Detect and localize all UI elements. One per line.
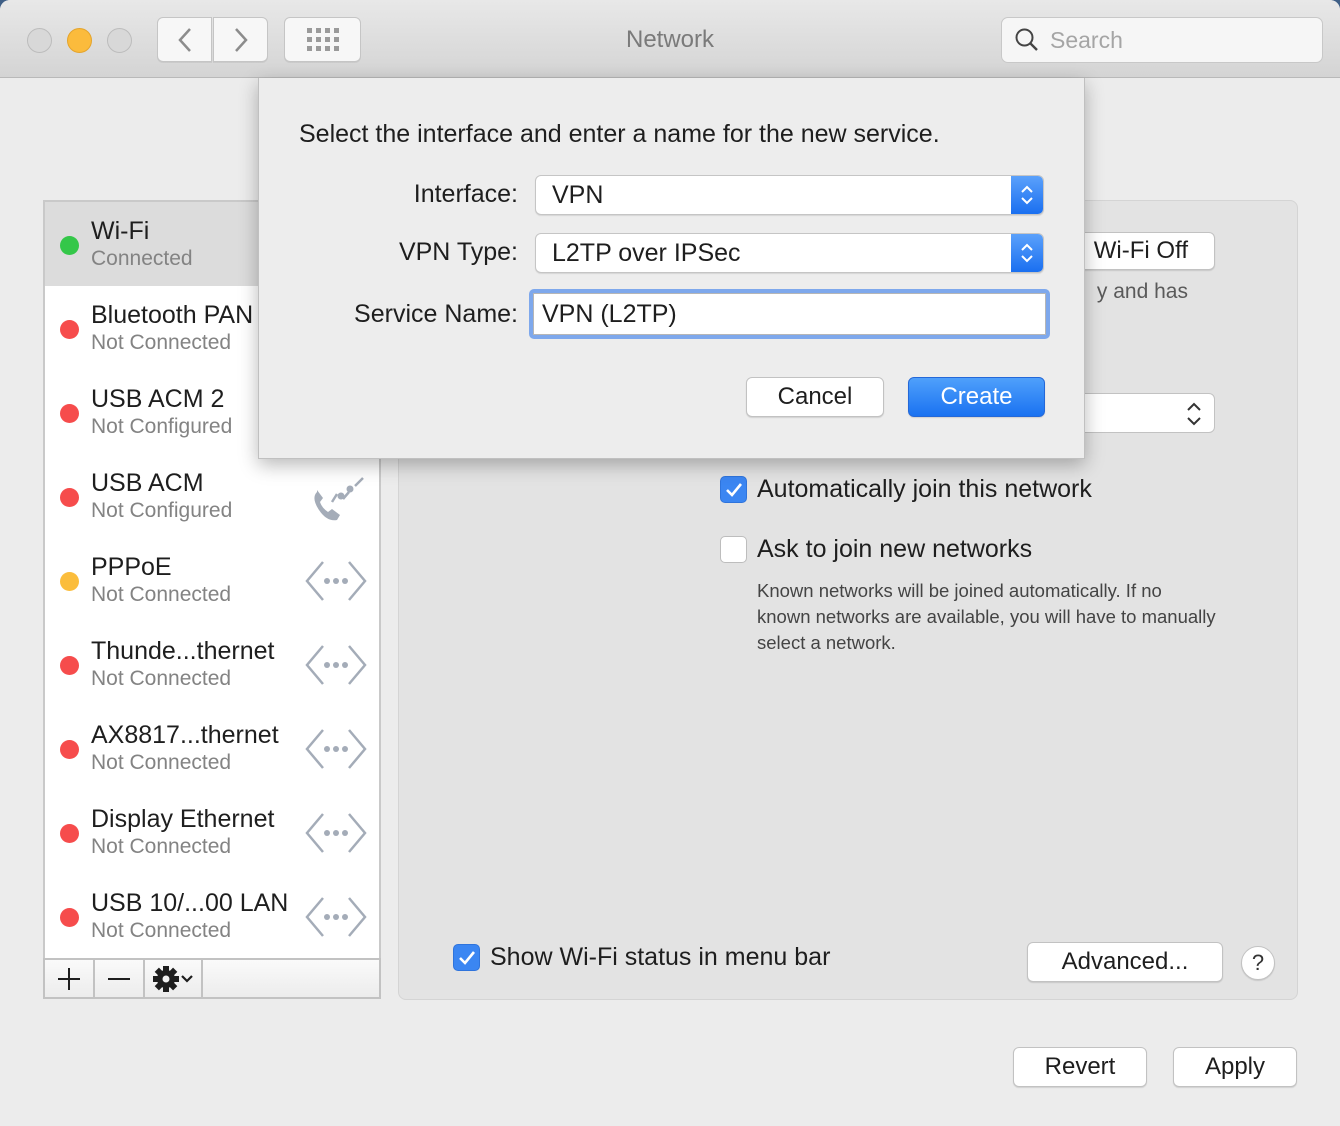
- service-text: Display Ethernet Not Connected: [91, 804, 274, 860]
- service-status: Connected: [91, 247, 193, 270]
- ethernet-icon: [303, 554, 369, 608]
- status-dot-icon: [60, 404, 79, 423]
- service-status: Not Configured: [91, 415, 233, 438]
- service-name-input[interactable]: [533, 293, 1046, 335]
- status-dot-icon: [60, 740, 79, 759]
- status-dot-icon: [60, 572, 79, 591]
- service-status: Not Connected: [91, 835, 232, 858]
- service-status: Not Connected: [91, 919, 232, 942]
- service-item[interactable]: Thunde...thernet Not Connected: [45, 622, 379, 706]
- checkmark-icon: [725, 482, 742, 497]
- ask-join-label: Ask to join new networks: [757, 535, 1033, 563]
- service-name: Wi-Fi: [91, 217, 150, 245]
- status-dot-icon: [60, 908, 79, 927]
- show-status-row[interactable]: Show Wi-Fi status in menu bar: [453, 943, 830, 972]
- service-name: USB ACM: [91, 469, 204, 497]
- interface-value: VPN: [552, 180, 604, 209]
- service-name: Bluetooth PAN: [91, 301, 254, 329]
- cancel-button[interactable]: Cancel: [746, 377, 884, 417]
- remove-service-button[interactable]: [95, 960, 145, 997]
- service-item[interactable]: USB ACM Not Configured: [45, 454, 379, 538]
- revert-button[interactable]: Revert: [1013, 1047, 1147, 1087]
- ethernet-icon: [303, 806, 369, 860]
- service-name: Thunde...thernet: [91, 637, 275, 665]
- status-dot-icon: [60, 488, 79, 507]
- ask-join-row[interactable]: Ask to join new networks: [720, 535, 1032, 564]
- service-status: Not Connected: [91, 751, 232, 774]
- phone-modem-icon: [303, 470, 369, 524]
- service-text: PPPoE Not Connected: [91, 552, 231, 608]
- service-name: USB 10/...00 LAN: [91, 889, 289, 917]
- show-status-checkbox[interactable]: [453, 944, 480, 971]
- service-text: Bluetooth PAN Not Connected: [91, 300, 253, 356]
- apply-button[interactable]: Apply: [1173, 1047, 1297, 1087]
- service-item[interactable]: Display Ethernet Not Connected: [45, 790, 379, 874]
- service-status: Not Connected: [91, 583, 232, 606]
- up-down-chevron-icon: [1187, 402, 1201, 426]
- checkmark-icon: [458, 950, 475, 965]
- add-service-button[interactable]: [45, 960, 95, 997]
- status-dot-icon: [60, 656, 79, 675]
- plus-icon: [58, 967, 80, 990]
- help-button[interactable]: ?: [1241, 946, 1275, 980]
- auto-join-checkbox[interactable]: [720, 476, 747, 503]
- search-input[interactable]: [1050, 26, 1310, 54]
- service-text: Thunde...thernet Not Connected: [91, 636, 274, 692]
- service-name-field[interactable]: [529, 289, 1050, 339]
- ethernet-icon: [303, 890, 369, 944]
- search-icon: [1015, 28, 1038, 51]
- service-name-label: Service Name:: [354, 300, 518, 328]
- up-down-chevron-icon: [1011, 176, 1043, 214]
- service-name: AX8817...thernet: [91, 721, 279, 749]
- service-text: USB 10/...00 LAN Not Connected: [91, 888, 288, 944]
- status-dot-icon: [60, 824, 79, 843]
- new-service-sheet: Select the interface and enter a name fo…: [258, 78, 1085, 459]
- service-text: Wi-Fi Connected: [91, 216, 193, 272]
- vpn-type-popup[interactable]: L2TP over IPSec: [535, 233, 1044, 273]
- service-item[interactable]: PPPoE Not Connected: [45, 538, 379, 622]
- service-item[interactable]: AX8817...thernet Not Connected: [45, 706, 379, 790]
- service-name: Display Ethernet: [91, 805, 275, 833]
- service-text: AX8817...thernet Not Connected: [91, 720, 279, 776]
- interface-label: Interface:: [413, 180, 518, 208]
- vpn-type-value: L2TP over IPSec: [552, 238, 741, 267]
- search-field[interactable]: [1001, 17, 1323, 63]
- ethernet-icon: [303, 638, 369, 692]
- chevron-down-icon: [181, 974, 193, 983]
- service-text: USB ACM Not Configured: [91, 468, 232, 524]
- advanced-button[interactable]: Advanced...: [1027, 942, 1223, 982]
- auto-join-row[interactable]: Automatically join this network: [720, 475, 1092, 504]
- ask-join-hint: Known networks will be joined automatica…: [757, 580, 1216, 653]
- status-dot-icon: [60, 236, 79, 255]
- show-status-label: Show Wi-Fi status in menu bar: [490, 943, 831, 971]
- service-item[interactable]: USB 10/...00 LAN Not Connected: [45, 874, 379, 958]
- service-name: USB ACM 2: [91, 385, 225, 413]
- up-down-chevron-icon: [1011, 234, 1043, 272]
- interface-popup[interactable]: VPN: [535, 175, 1044, 215]
- ethernet-icon: [303, 722, 369, 776]
- service-text: USB ACM 2 Not Configured: [91, 384, 232, 440]
- create-button[interactable]: Create: [908, 377, 1045, 417]
- ask-join-checkbox[interactable]: [720, 536, 747, 563]
- service-status: Not Connected: [91, 331, 232, 354]
- service-name: PPPoE: [91, 553, 172, 581]
- network-preferences-window: Network Wi-FiConnectedBluetooth PANNot C…: [0, 0, 1340, 1126]
- service-status: Not Configured: [91, 499, 233, 522]
- vpn-type-label: VPN Type:: [398, 238, 518, 266]
- auto-join-label: Automatically join this network: [757, 475, 1092, 503]
- sheet-message: Select the interface and enter a name fo…: [299, 120, 940, 148]
- service-actions-menu[interactable]: [145, 960, 203, 997]
- service-status: Not Connected: [91, 667, 232, 690]
- gear-icon: [153, 965, 179, 992]
- minus-icon: [108, 977, 130, 980]
- status-dot-icon: [60, 320, 79, 339]
- service-list-toolbar: [43, 958, 381, 999]
- title-bar: Network: [0, 0, 1340, 78]
